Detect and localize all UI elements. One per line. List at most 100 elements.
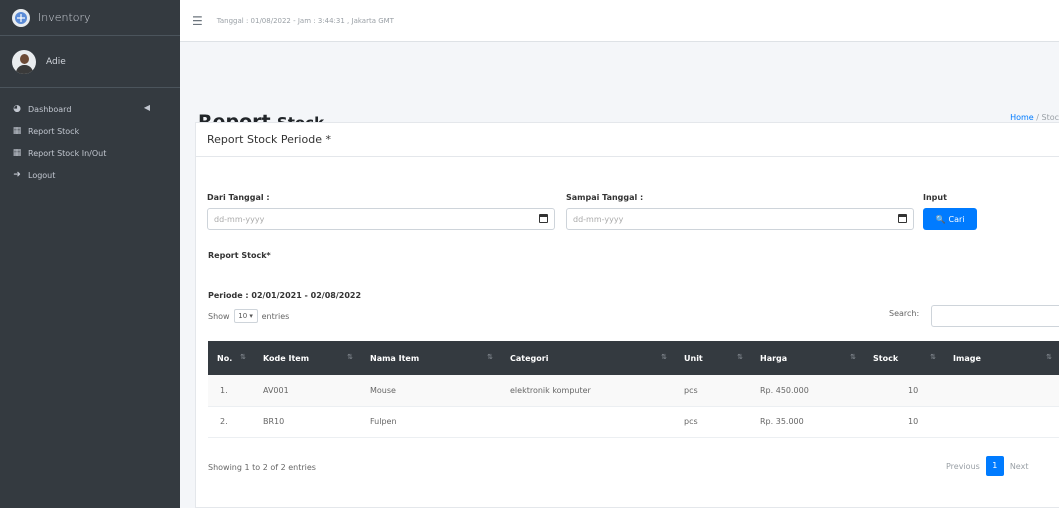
search-button-label: Cari: [948, 214, 965, 224]
brand-logo-icon: [12, 8, 30, 27]
report-title: Report Stock*: [208, 251, 271, 260]
sort-icon: ⇅: [1046, 353, 1052, 361]
sidebar-item-report-stock-in-out[interactable]: ▦ Report Stock In/Out: [0, 142, 180, 164]
cell-kode-item: AV001: [254, 375, 361, 407]
show-entries: Show 10 ▾ entries: [208, 309, 289, 323]
to-date-label: Sampai Tanggal :: [566, 193, 644, 202]
from-date-label: Dari Tanggal :: [207, 193, 270, 202]
pagination-page-1[interactable]: 1: [985, 456, 1004, 476]
cell-no: 2.: [208, 406, 254, 438]
sidebar-item-report-stock[interactable]: ▦ Report Stock: [0, 120, 180, 142]
pagination: Previous 1 Next: [946, 456, 1028, 476]
sidebar-item-label: Report Stock: [28, 126, 80, 136]
logout-icon: ➜: [13, 170, 21, 180]
hamburger-menu-icon[interactable]: ☰: [192, 14, 203, 28]
column-header-unit[interactable]: Unit ⇅: [675, 341, 751, 375]
column-header-kode-item[interactable]: Kode Item ⇅: [254, 341, 361, 375]
cell-image: [944, 375, 1059, 407]
cell-stock: 10: [864, 375, 944, 407]
entries-label: entries: [261, 311, 290, 321]
brand-link[interactable]: Inventory: [0, 0, 180, 36]
cell-image: [944, 406, 1059, 438]
search-icon: 🔍: [935, 214, 946, 224]
from-date-input[interactable]: dd-mm-yyyy: [207, 208, 555, 230]
breadcrumb-separator: /: [1036, 113, 1039, 122]
sort-icon: ⇅: [347, 353, 353, 361]
input-label: Input: [923, 193, 947, 202]
sidebar-item-dashboard[interactable]: ◕ Dashboard ◀: [0, 98, 180, 120]
cell-categori: [501, 406, 675, 438]
cell-nama-item: Mouse: [361, 375, 501, 407]
table-info: Showing 1 to 2 of 2 entries: [208, 463, 316, 472]
cell-categori: elektronik komputer: [501, 375, 675, 407]
cell-unit: pcs: [675, 406, 751, 438]
cell-nama-item: Fulpen: [361, 406, 501, 438]
from-date-placeholder: dd-mm-yyyy: [214, 214, 265, 224]
avatar: [12, 49, 36, 74]
sidebar-item-label: Report Stock In/Out: [28, 148, 107, 158]
column-header-label: Image: [953, 353, 981, 363]
user-name: Adie: [46, 56, 66, 67]
sidebar-item-logout[interactable]: ➜ Logout: [0, 164, 180, 186]
sort-icon: ⇅: [930, 353, 936, 361]
column-header-label: Stock: [873, 353, 899, 363]
cell-no: 1.: [208, 375, 254, 407]
calendar-icon[interactable]: [539, 214, 548, 223]
table-row: 1. AV001 Mouse elektronik komputer pcs R…: [208, 375, 1059, 407]
table-icon: ▦: [12, 126, 22, 136]
column-header-harga[interactable]: Harga ⇅: [751, 341, 864, 375]
report-card: Report Stock Periode * Dari Tanggal : dd…: [195, 122, 1059, 508]
column-header-image[interactable]: Image ⇅: [944, 341, 1059, 375]
breadcrumb-current: Stoc: [1041, 113, 1059, 122]
sidebar-item-label: Dashboard: [28, 104, 72, 114]
cell-stock: 10: [864, 406, 944, 438]
sidebar: Inventory Adie ◕ Dashboard ◀ ▦ Report St…: [0, 0, 180, 508]
stock-table: No. ⇅ Kode Item ⇅ Nama Item ⇅ Categori ⇅ Uni…: [208, 341, 1059, 438]
pagination-next[interactable]: Next: [1010, 462, 1029, 471]
show-label: Show: [208, 311, 230, 321]
breadcrumb: Home / Stoc: [1010, 113, 1059, 122]
entries-select[interactable]: 10 ▾: [233, 309, 258, 323]
cell-unit: pcs: [675, 375, 751, 407]
cell-harga: Rp. 450.000: [751, 375, 864, 407]
entries-select-value: 10: [238, 312, 248, 320]
sort-icon: ⇅: [661, 353, 667, 361]
sort-icon: ⇅: [737, 353, 743, 361]
cell-harga: Rp. 35.000: [751, 406, 864, 438]
sidebar-nav: ◕ Dashboard ◀ ▦ Report Stock ▦ Report St…: [0, 88, 180, 186]
column-header-stock[interactable]: Stock ⇅: [864, 341, 944, 375]
table-search-input[interactable]: [931, 305, 1059, 327]
to-date-placeholder: dd-mm-yyyy: [573, 214, 624, 224]
date-time-info: Tanggal : 01/08/2022 - Jam : 3:44:31 , J…: [216, 16, 394, 25]
breadcrumb-home[interactable]: Home: [1010, 113, 1034, 122]
brand-text: Inventory: [38, 11, 91, 24]
column-header-label: Harga: [760, 353, 788, 363]
sort-icon: ⇅: [240, 353, 246, 361]
cell-kode-item: BR10: [254, 406, 361, 438]
column-header-label: Nama Item: [370, 353, 420, 363]
column-header-label: No.: [217, 353, 233, 363]
table-header-row: No. ⇅ Kode Item ⇅ Nama Item ⇅ Categori ⇅ Uni…: [208, 341, 1059, 375]
dashboard-icon: ◕: [13, 104, 21, 114]
table-icon: ▦: [12, 148, 22, 158]
sort-icon: ⇅: [487, 353, 493, 361]
table-row: 2. BR10 Fulpen pcs Rp. 35.000 10: [208, 406, 1059, 438]
top-navbar: ☰ Tanggal : 01/08/2022 - Jam : 3:44:31 ,…: [180, 0, 1059, 42]
sort-icon: ⇅: [850, 353, 856, 361]
column-header-label: Categori: [510, 353, 549, 363]
column-header-label: Unit: [684, 353, 703, 363]
card-title: Report Stock Periode *: [196, 123, 1059, 157]
sidebar-item-label: Logout: [28, 170, 56, 180]
chevron-left-icon: ◀: [143, 103, 150, 112]
column-header-nama-item[interactable]: Nama Item ⇅: [361, 341, 501, 375]
table-search-label: Search:: [889, 309, 920, 318]
column-header-no[interactable]: No. ⇅: [208, 341, 254, 375]
report-period: Periode : 02/01/2021 - 02/08/2022: [208, 291, 362, 300]
calendar-icon[interactable]: [898, 214, 907, 223]
column-header-label: Kode Item: [263, 353, 310, 363]
to-date-input[interactable]: dd-mm-yyyy: [566, 208, 914, 230]
search-button[interactable]: 🔍 Cari: [923, 208, 977, 230]
user-panel[interactable]: Adie: [0, 36, 180, 88]
pagination-previous[interactable]: Previous: [946, 462, 980, 471]
column-header-categori[interactable]: Categori ⇅: [501, 341, 675, 375]
